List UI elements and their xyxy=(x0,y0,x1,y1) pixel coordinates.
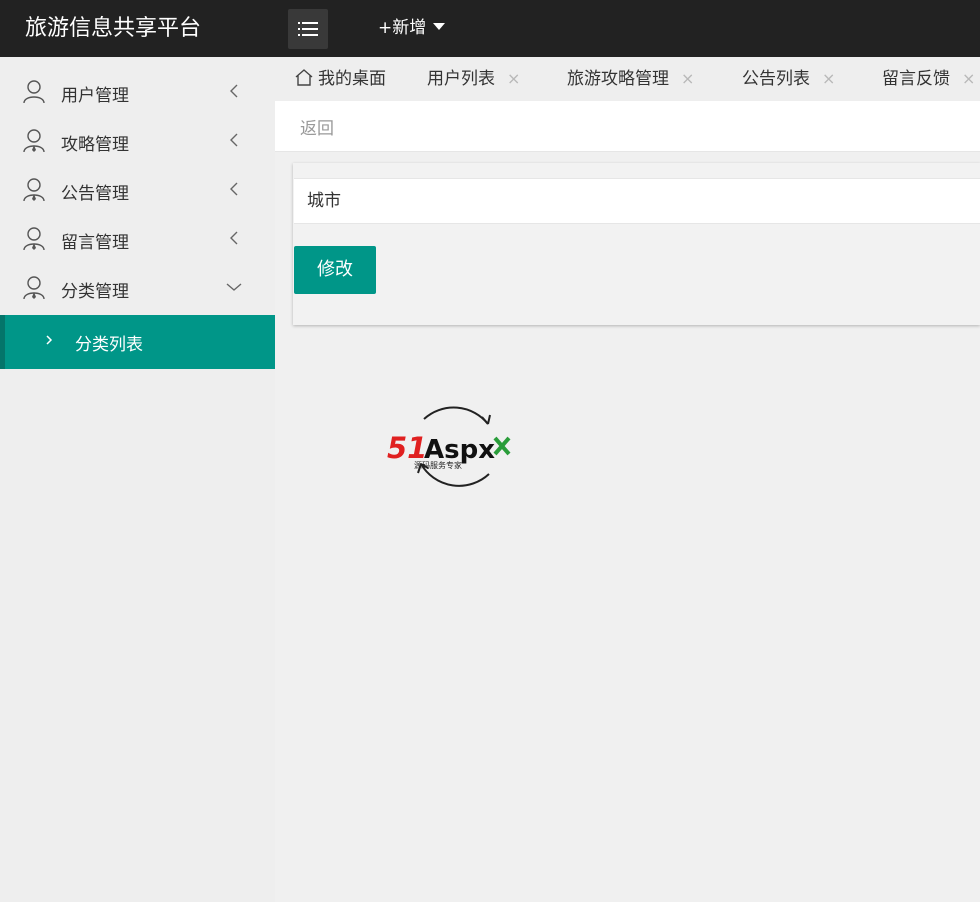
edit-form-card: 城市 修改 xyxy=(293,163,980,325)
tab-label: 公告列表 xyxy=(742,69,810,89)
chevron-left-icon xyxy=(230,84,238,98)
hamburger-icon xyxy=(298,22,318,36)
close-icon[interactable]: × xyxy=(962,69,975,88)
content-toolbar: 返回 xyxy=(275,101,980,152)
user-icon xyxy=(23,129,45,153)
tab-label: 我的桌面 xyxy=(318,69,386,89)
sidebar-item-guide-management[interactable]: 攻略管理 xyxy=(0,118,275,167)
tab-my-desktop[interactable]: 我的桌面 xyxy=(294,57,386,101)
add-new-label: +新增 xyxy=(378,18,427,38)
tab-label: 留言反馈 xyxy=(882,69,950,89)
category-name-input[interactable]: 城市 xyxy=(294,178,980,224)
sidebar-subitem-label: 分类列表 xyxy=(75,335,143,355)
app-title: 旅游信息共享平台 xyxy=(25,16,202,41)
chevron-down-icon xyxy=(226,283,242,291)
sidebar-item-label: 用户管理 xyxy=(61,86,129,106)
user-icon xyxy=(23,80,45,104)
sidebar-item-label: 留言管理 xyxy=(61,233,129,253)
logo-brand-51: 51 xyxy=(387,431,427,465)
tab-user-list[interactable]: 用户列表 × xyxy=(427,57,520,101)
close-icon[interactable]: × xyxy=(681,69,694,88)
tab-notice-list[interactable]: 公告列表 × xyxy=(742,57,835,101)
sidebar-item-notice-management[interactable]: 公告管理 xyxy=(0,167,275,216)
sidebar-item-label: 攻略管理 xyxy=(61,135,129,155)
add-new-dropdown[interactable]: +新增 xyxy=(378,0,446,57)
sidebar-item-message-management[interactable]: 留言管理 xyxy=(0,216,275,265)
logo-tagline: 源码服务专家 xyxy=(414,460,462,470)
user-icon xyxy=(23,178,45,202)
sidebar-item-label: 公告管理 xyxy=(61,184,129,204)
tab-label: 用户列表 xyxy=(427,69,495,89)
chevron-left-icon xyxy=(230,133,238,147)
sidebar-item-category-management[interactable]: 分类管理 xyxy=(0,265,275,314)
chevron-left-icon xyxy=(230,231,238,245)
top-header: 旅游信息共享平台 +新增 xyxy=(0,0,980,57)
sidebar: 用户管理 攻略管理 公告管理 留言管理 分类管理 分类列表 xyxy=(0,57,275,902)
close-icon[interactable]: × xyxy=(822,69,835,88)
chevron-right-icon xyxy=(46,335,53,345)
user-icon xyxy=(23,276,45,300)
caret-down-icon xyxy=(433,23,446,30)
watermark-logo: 51 Aspx 源码服务专家 xyxy=(387,406,511,487)
tab-label: 旅游攻略管理 xyxy=(567,69,669,89)
tab-message-feedback[interactable]: 留言反馈 × xyxy=(882,57,975,101)
menu-toggle-button[interactable] xyxy=(288,9,328,49)
sidebar-item-user-management[interactable]: 用户管理 xyxy=(0,69,275,118)
active-indicator xyxy=(0,315,5,369)
tab-travel-guide-management[interactable]: 旅游攻略管理 × xyxy=(567,57,694,101)
sidebar-subitem-category-list[interactable]: 分类列表 xyxy=(0,315,275,369)
home-icon xyxy=(295,69,313,86)
sidebar-item-label: 分类管理 xyxy=(61,282,129,302)
chevron-left-icon xyxy=(230,182,238,196)
back-link[interactable]: 返回 xyxy=(300,114,334,139)
tab-bar: 我的桌面 用户列表 × 旅游攻略管理 × 公告列表 × 留言反馈 × xyxy=(275,57,980,101)
modify-button[interactable]: 修改 xyxy=(294,246,376,294)
user-icon xyxy=(23,227,45,251)
close-icon[interactable]: × xyxy=(507,69,520,88)
